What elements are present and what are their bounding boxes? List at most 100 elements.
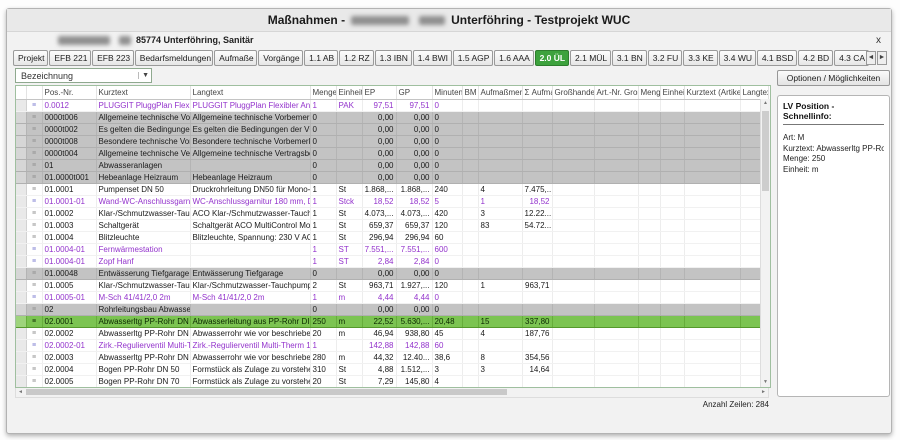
scroll-up-icon[interactable]: ▲ (761, 99, 770, 108)
column-header-großhandel[interactable]: Großhandel (552, 86, 594, 100)
tab-aufma-e[interactable]: Aufmaße (214, 50, 257, 66)
row-selector-gutter[interactable] (16, 172, 26, 184)
tab-1-3-ibn[interactable]: 1.3 IBN (375, 50, 412, 66)
tab-3-4-wu[interactable]: 3.4 WU (719, 50, 756, 66)
table-row[interactable]: ≡02.0004Bogen PP-Rohr DN 50Formstück als… (16, 364, 768, 376)
column-header-menge[interactable]: Menge (310, 86, 336, 100)
tab-1-5-agp[interactable]: 1.5 AGP (453, 50, 493, 66)
column-header-einheit-[interactable]: Einheit ( (660, 86, 684, 100)
row-selector-gutter[interactable] (16, 148, 26, 160)
table-row[interactable]: ≡01.0001Pumpenset DN 50Druckrohrleitung … (16, 184, 768, 196)
scroll-down-icon[interactable]: ▼ (761, 378, 770, 387)
column-header-pos-nr-[interactable]: Pos.-Nr. (42, 86, 96, 100)
row-selector-gutter[interactable] (16, 112, 26, 124)
row-selector-gutter[interactable] (16, 160, 26, 172)
table-row[interactable]: ≡01.0005-01M-Sch 41/41/2,0 2mM-Sch 41/41… (16, 292, 768, 304)
row-selector-gutter[interactable] (16, 136, 26, 148)
row-selector-gutter[interactable] (16, 220, 26, 232)
horizontal-scrollbar[interactable]: ◄ ► (15, 388, 769, 398)
row-selector-gutter[interactable] (16, 316, 26, 328)
tab-2-1-mül[interactable]: 2.1 MÜL (570, 50, 611, 66)
tab-4-3-ca[interactable]: 4.3 CA (834, 50, 869, 66)
table-row[interactable]: ≡02.0005Bogen PP-Rohr DN 70Formstück als… (16, 376, 768, 388)
row-selector-gutter[interactable] (16, 352, 26, 364)
tab-4-1-bsd[interactable]: 4.1 BSD (757, 50, 797, 66)
tab-4-2-bd[interactable]: 4.2 BD (798, 50, 833, 66)
table-row[interactable]: ≡01.0004-01Zopf Hanf1ST2,842,840 (16, 256, 768, 268)
vertical-scrollbar[interactable]: ▲ ▼ (760, 99, 770, 387)
vertical-scroll-thumb[interactable] (762, 111, 769, 191)
options-button[interactable]: Optionen / Möglichkeiten (777, 70, 890, 86)
table-row[interactable]: ≡01.0002Klar-/Schmutzwasser-TauchpumpeAC… (16, 208, 768, 220)
column-header-art-nr-großhand[interactable]: Art.-Nr. Großhand (594, 86, 638, 100)
table-row[interactable]: ≡01.0004-01Fernwärmestation1ST7.551,...7… (16, 244, 768, 256)
table-row[interactable]: ≡0000t002Es gelten die Bedingungen der V… (16, 124, 768, 136)
column-header--aufma[interactable]: Σ Aufma (522, 86, 552, 100)
row-selector-gutter[interactable] (16, 124, 26, 136)
tab-efb-221[interactable]: EFB 221 (49, 50, 91, 66)
horizontal-scroll-thumb[interactable] (26, 389, 507, 395)
tab-vorgänge[interactable]: Vorgänge (258, 50, 303, 66)
column-header-langtext-ar[interactable]: Langtext (Ar (740, 86, 768, 100)
row-selector-gutter[interactable] (16, 184, 26, 196)
table-row[interactable]: ≡01.0000t001Hebeanlage HeizraumHebeanlag… (16, 172, 768, 184)
row-selector-gutter[interactable] (16, 196, 26, 208)
tab-3-3-ke[interactable]: 3.3 KE (683, 50, 717, 66)
table-row[interactable]: ≡01.0005Klar-/Schmutzwasser-TauchpumpeKl… (16, 280, 768, 292)
table-row[interactable]: ≡01.0003SchaltgerätSchaltgerät ACO Multi… (16, 220, 768, 232)
tab-1-1-ab[interactable]: 1.1 AB (304, 50, 338, 66)
scroll-left-icon[interactable]: ◄ (16, 388, 25, 396)
tab-1-2-rz[interactable]: 1.2 RZ (339, 50, 373, 66)
table-row[interactable]: ≡0000t006Allgemeine technische Vorbemerk… (16, 112, 768, 124)
column-header-gp[interactable]: GP (396, 86, 432, 100)
table-row[interactable]: ≡02.0002-01Zirk.-Regulierventil Multi-Th… (16, 340, 768, 352)
cell-einheit2 (660, 352, 684, 364)
row-selector-gutter[interactable] (16, 100, 26, 112)
tab-1-4-bwi[interactable]: 1.4 BWI (413, 50, 452, 66)
column-header-einheit[interactable]: Einheit (336, 86, 362, 100)
row-selector-gutter[interactable] (16, 328, 26, 340)
table-row[interactable]: ≡02Rohrleitungsbau Abwasser00,000,000 (16, 304, 768, 316)
row-selector-gutter[interactable] (16, 232, 26, 244)
row-selector-gutter[interactable] (16, 244, 26, 256)
tab-3-2-fu[interactable]: 3.2 FU (648, 50, 682, 66)
tab-projekt[interactable]: Projekt (13, 50, 48, 66)
table-row[interactable]: ≡01.00048Entwässerung TiefgarageEntwässe… (16, 268, 768, 280)
tab-2-0-ül[interactable]: 2.0 ÜL (535, 50, 569, 66)
tab-scroll-right-icon[interactable]: ► (877, 51, 887, 65)
row-selector-gutter[interactable] (16, 208, 26, 220)
row-selector-gutter[interactable] (16, 340, 26, 352)
tab-1-6-aaa[interactable]: 1.6 AAA (494, 50, 533, 66)
bezeichnung-filter-combobox[interactable]: Bezeichnung ▼ (15, 68, 152, 83)
column-header-kurztext-artikel-[interactable]: Kurztext (Artikel) (684, 86, 740, 100)
row-selector-gutter[interactable] (16, 304, 26, 316)
column-header-bm[interactable]: BM (462, 86, 478, 100)
table-row[interactable]: ≡01.0001-01Wand-WC-Anschlussgarnitur PE … (16, 196, 768, 208)
column-header-aufmaßmenge[interactable]: Aufmaßmenge (478, 86, 522, 100)
table-row[interactable]: ≡0000t008Besondere technische Vorbemerk.… (16, 136, 768, 148)
column-header-menge-[interactable]: Menge ( (638, 86, 660, 100)
row-selector-gutter[interactable] (16, 364, 26, 376)
table-row[interactable]: ≡0000t004Allgemeine technische Vertragsb… (16, 148, 768, 160)
table-row[interactable]: ≡02.0001Abwasserltg PP-Rohr DN 50Abwasse… (16, 316, 768, 328)
tab-efb-223[interactable]: EFB 223 (92, 50, 134, 66)
row-selector-gutter[interactable] (16, 268, 26, 280)
column-header-ep[interactable]: EP (362, 86, 396, 100)
table-row[interactable]: ≡0.0012PLUGGIT PluggPlan Flexibler Ansc.… (16, 100, 768, 112)
table-row[interactable]: ≡02.0002Abwasserltg PP-Rohr DN 70Abwasse… (16, 328, 768, 340)
tab-bedarfsmeldungen[interactable]: Bedarfsmeldungen (135, 50, 213, 66)
tab-3-1-bn[interactable]: 3.1 BN (612, 50, 647, 66)
column-header-kurztext[interactable]: Kurztext (96, 86, 190, 100)
row-selector-gutter[interactable] (16, 256, 26, 268)
table-row[interactable]: ≡02.0003Abwasserltg PP-Rohr DN 100Abwass… (16, 352, 768, 364)
column-header-minuten[interactable]: Minuten (432, 86, 462, 100)
table-row[interactable]: ≡01.0004BlitzleuchteBlitzleuchte, Spannu… (16, 232, 768, 244)
row-selector-gutter[interactable] (16, 376, 26, 388)
close-icon[interactable]: x (876, 32, 881, 49)
row-selector-gutter[interactable] (16, 280, 26, 292)
tab-scroll-left-icon[interactable]: ◄ (866, 51, 876, 65)
row-selector-gutter[interactable] (16, 292, 26, 304)
scroll-right-icon[interactable]: ► (759, 388, 768, 396)
table-row[interactable]: ≡01Abwasseranlagen00,000,000 (16, 160, 768, 172)
column-header-langtext[interactable]: Langtext (190, 86, 310, 100)
